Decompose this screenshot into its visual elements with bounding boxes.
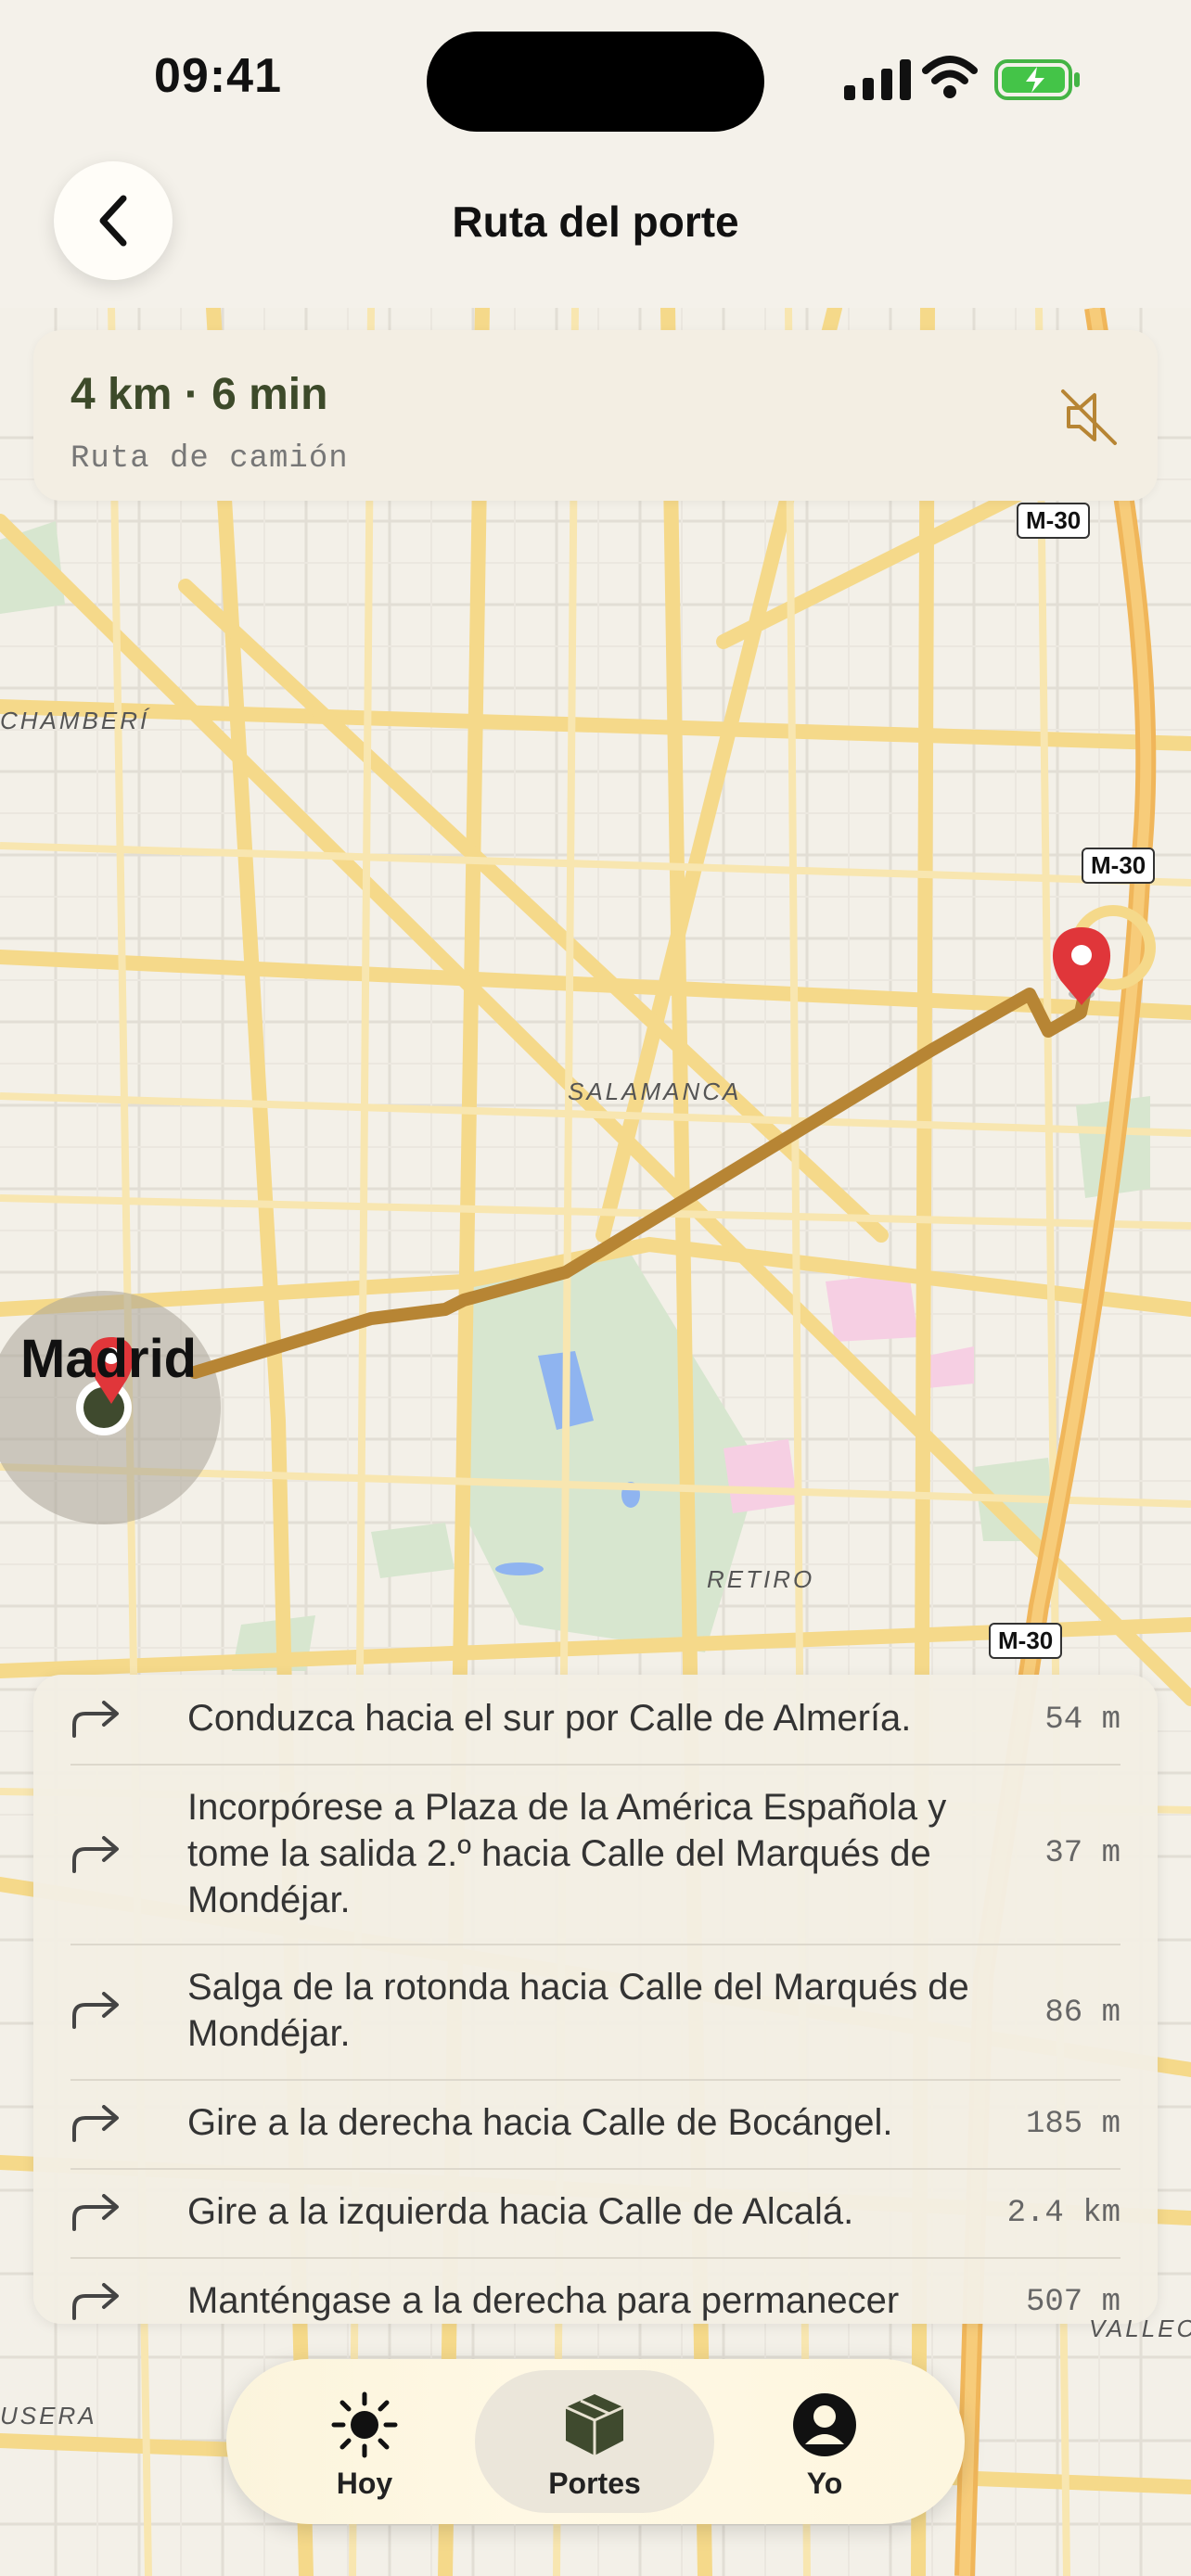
tab-label: Portes [548, 2467, 641, 2500]
direction-step[interactable]: Conduzca hacia el sur por Calle de Almer… [70, 1675, 1121, 1766]
map-label-retiro: RETIRO [707, 1565, 815, 1593]
nav-header: Ruta del porte [0, 139, 1191, 308]
direction-text: Gire a la izquierda hacia Calle de Alcal… [187, 2191, 854, 2232]
road-shield: M-30 [1017, 503, 1091, 539]
tab-portes[interactable]: Portes [475, 2370, 714, 2513]
map-label-madrid: Madrid [20, 1329, 198, 1389]
direction-distance: 2.4 km [1006, 2196, 1121, 2231]
tab-label: Hoy [336, 2467, 393, 2500]
direction-distance: 54 m [1044, 1702, 1121, 1738]
signal-icon [844, 59, 911, 100]
map-label-vallecas: VALLECA [1089, 2315, 1191, 2342]
sun-icon [331, 2391, 398, 2458]
tab-bar: Hoy Portes Yo [226, 2359, 965, 2524]
page-title: Ruta del porte [452, 198, 739, 246]
map-label-chamberi: CHAMBERÍ [0, 707, 150, 734]
map-label-usera: USERA [0, 2402, 97, 2429]
turn-right-arrow-icon [72, 1701, 119, 1738]
route-type: Ruta de camión [70, 441, 349, 477]
status-bar: 09:41 [0, 0, 1191, 158]
person-icon [793, 2393, 856, 2456]
battery-icon [994, 59, 1080, 100]
keep-right-arrow-icon [72, 2283, 119, 2320]
direction-step[interactable]: Manténgase a la derecha para permanecer … [70, 2257, 1121, 2324]
status-time: 09:41 [154, 49, 282, 103]
wifi-icon [922, 56, 978, 98]
turn-right-arrow-icon [72, 1836, 119, 1873]
direction-distance: 86 m [1044, 1996, 1121, 2031]
speaker-muted-icon[interactable] [1054, 382, 1124, 453]
tab-hoy[interactable]: Hoy [245, 2370, 484, 2513]
turn-right-arrow-icon [72, 2194, 119, 2231]
direction-distance: 185 m [1025, 2107, 1121, 2142]
turn-right-arrow-icon [72, 2105, 119, 2142]
direction-step[interactable]: Incorpórese a Plaza de la América Españo… [70, 1764, 1121, 1945]
direction-step[interactable]: Gire a la izquierda hacia Calle de Alcal… [70, 2168, 1121, 2259]
package-icon [565, 2394, 624, 2455]
route-distance-time: 4 km · 6 min [70, 370, 328, 419]
direction-text: Manténgase a la derecha para permanecer [187, 2280, 900, 2321]
tab-label: Yo [806, 2467, 843, 2500]
dynamic-island [427, 32, 764, 132]
direction-text: Conduzca hacia el sur por Calle de Almer… [187, 1698, 912, 1739]
direction-text: Salga de la rotonda hacia Calle del Marq… [187, 1967, 969, 2054]
route-summary-card: 4 km · 6 min Ruta de camión [33, 330, 1158, 501]
turn-right-arrow-icon [72, 1992, 119, 2029]
map-label-salamanca: SALAMANCA [568, 1078, 742, 1105]
direction-text: Incorpórese a Plaza de la América Españo… [187, 1787, 947, 1920]
road-shield: M-30 [1082, 848, 1156, 884]
tab-yo[interactable]: Yo [705, 2370, 944, 2513]
road-shield: M-30 [989, 1623, 1063, 1659]
destination-pin-icon [1052, 927, 1111, 1005]
directions-list[interactable]: Conduzca hacia el sur por Calle de Almer… [33, 1675, 1158, 2324]
direction-text: Gire a la derecha hacia Calle de Bocánge… [187, 2102, 893, 2143]
direction-step[interactable]: Gire a la derecha hacia Calle de Bocánge… [70, 2079, 1121, 2170]
direction-distance: 37 m [1044, 1836, 1121, 1871]
direction-step[interactable]: Salga de la rotonda hacia Calle del Marq… [70, 1944, 1121, 2081]
